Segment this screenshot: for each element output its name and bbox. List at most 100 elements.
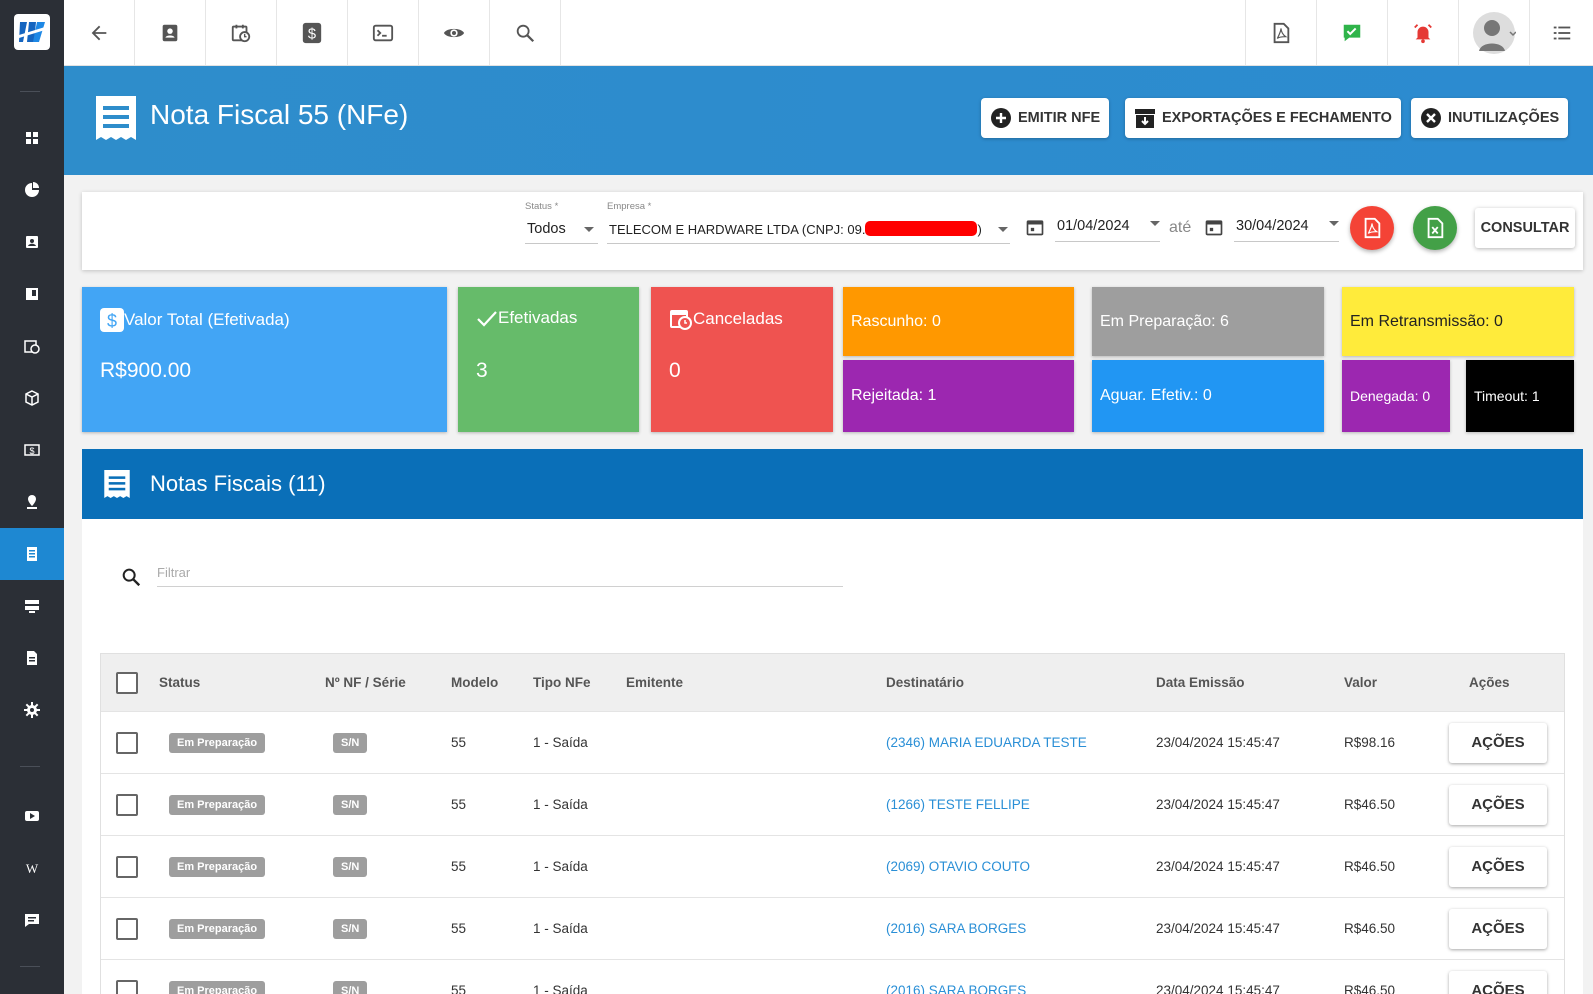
sidebar-item-dollar[interactable]: $ bbox=[0, 424, 64, 476]
user-menu[interactable] bbox=[1458, 0, 1529, 65]
sidebar-item-calendar-clock[interactable] bbox=[0, 320, 64, 372]
sidebar-item-dashboard[interactable] bbox=[0, 112, 64, 164]
chevron-down-icon bbox=[584, 227, 594, 232]
em-preparacao-card[interactable]: Em Preparação: 6 bbox=[1092, 287, 1324, 356]
row-checkbox[interactable] bbox=[116, 793, 138, 816]
calendar-icon bbox=[1205, 220, 1223, 236]
efetivadas-card[interactable]: Efetivadas 3 bbox=[458, 287, 639, 432]
tasks-button[interactable] bbox=[1316, 0, 1387, 65]
canceladas-card[interactable]: Canceladas 0 bbox=[651, 287, 833, 432]
back-button[interactable] bbox=[64, 0, 135, 65]
chevron-down-icon bbox=[998, 227, 1008, 232]
col-data-emissao[interactable]: Data Emissão bbox=[1156, 654, 1245, 711]
search-button[interactable] bbox=[490, 0, 561, 65]
acoes-button[interactable]: AÇÕES bbox=[1449, 846, 1547, 887]
filter-input[interactable] bbox=[157, 559, 843, 587]
finance-button[interactable]: $ bbox=[277, 0, 348, 65]
acoes-button[interactable]: AÇÕES bbox=[1449, 970, 1547, 994]
sidebar-item-video[interactable] bbox=[0, 790, 64, 842]
acoes-cell: AÇÕES bbox=[1449, 960, 1547, 994]
col-status[interactable]: Status bbox=[159, 654, 200, 711]
sidebar-item-book[interactable] bbox=[0, 268, 64, 320]
table-row[interactable]: Em Preparação S/N 55 1 - Saída (2016) SARA B… bbox=[101, 960, 1564, 994]
destinatario-link[interactable]: (2069) OTAVIO COUTO bbox=[886, 836, 1030, 897]
date-from-underline bbox=[1055, 241, 1160, 242]
row-checkbox[interactable] bbox=[116, 979, 138, 994]
wikipedia-icon: W bbox=[26, 861, 39, 876]
date-to-underline bbox=[1234, 241, 1339, 242]
row-select-cell bbox=[116, 712, 138, 773]
col-emitente[interactable]: Emitente bbox=[626, 654, 683, 711]
data-emissao-cell: 23/04/2024 15:45:47 bbox=[1156, 983, 1280, 994]
denegada-card[interactable]: Denegada: 0 bbox=[1342, 360, 1450, 432]
notas-panel-header: Notas Fiscais (11) bbox=[82, 449, 1583, 519]
col-tipo-nfe[interactable]: Tipo NFe bbox=[533, 654, 591, 711]
timeout-card[interactable]: Timeout: 1 bbox=[1466, 360, 1574, 432]
col-nf-serie[interactable]: Nº NF / Série bbox=[325, 654, 406, 711]
modelo-cell: 55 bbox=[451, 983, 467, 994]
export-pdf-button[interactable] bbox=[1350, 206, 1394, 250]
acoes-button[interactable]: AÇÕES bbox=[1449, 722, 1547, 763]
sidebar-item-receipt[interactable] bbox=[0, 528, 64, 580]
destinatario-link[interactable]: (2346) MARIA EDUARDA TESTE bbox=[886, 712, 1087, 773]
contacts-button[interactable] bbox=[135, 0, 206, 65]
col-acoes: Ações bbox=[1469, 675, 1510, 690]
acoes-button[interactable]: AÇÕES bbox=[1449, 784, 1547, 825]
view-button[interactable] bbox=[419, 0, 490, 65]
rascunho-card[interactable]: Rascunho: 0 bbox=[843, 287, 1074, 356]
notas-table: Status Nº NF / Série Modelo Tipo NFe Emi… bbox=[100, 653, 1565, 994]
terminal-button[interactable] bbox=[348, 0, 419, 65]
date-from-value: 01/04/2024 bbox=[1057, 218, 1130, 234]
sidebar-item-chat[interactable] bbox=[0, 894, 64, 946]
export-excel-button[interactable] bbox=[1413, 206, 1457, 250]
row-checkbox[interactable] bbox=[116, 731, 138, 754]
exportacoes-button[interactable]: EXPORTAÇÕES E FECHAMENTO bbox=[1125, 98, 1401, 138]
receipt-icon bbox=[96, 96, 136, 140]
destinatario-link[interactable]: (2016) SARA BORGES bbox=[886, 960, 1026, 994]
nf-cell: S/N bbox=[333, 836, 368, 897]
select-all-checkbox[interactable] bbox=[116, 671, 138, 694]
consultar-button[interactable]: CONSULTAR bbox=[1475, 208, 1575, 248]
table-row[interactable]: Em Preparação S/N 55 1 - Saída (1266) TESTE … bbox=[101, 774, 1564, 836]
sidebar-item-wikipedia[interactable]: W bbox=[0, 842, 64, 894]
app-logo[interactable] bbox=[0, 0, 64, 64]
rejeitada-card[interactable]: Rejeitada: 1 bbox=[843, 360, 1074, 432]
col-destinatario[interactable]: Destinatário bbox=[886, 654, 964, 711]
row-select-cell bbox=[116, 898, 138, 959]
table-row[interactable]: Em Preparação S/N 55 1 - Saída (2016) SARA B… bbox=[101, 898, 1564, 960]
nf-badge: S/N bbox=[333, 980, 368, 994]
sidebar-item-location[interactable] bbox=[0, 476, 64, 528]
pdf-button[interactable] bbox=[1245, 0, 1316, 65]
valor-cell: R$46.50 bbox=[1344, 983, 1396, 994]
em-retransmissao-card[interactable]: Em Retransmissão: 0 bbox=[1342, 287, 1574, 356]
emitir-nfe-button[interactable]: EMITIR NFE bbox=[981, 98, 1110, 138]
main-menu-button[interactable] bbox=[1529, 0, 1593, 65]
inutilizacoes-button[interactable]: INUTILIZAÇÕES bbox=[1411, 98, 1569, 138]
sidebar-item-contact-card[interactable] bbox=[0, 216, 64, 268]
sidebar-item-document[interactable] bbox=[0, 632, 64, 684]
schedule-button[interactable] bbox=[206, 0, 277, 65]
status-badge: Em Preparação bbox=[169, 794, 266, 815]
table-row[interactable]: Em Preparação S/N 55 1 - Saída (2346) MARIA … bbox=[101, 712, 1564, 774]
contact-icon bbox=[162, 24, 178, 41]
sidebar-item-server[interactable] bbox=[0, 580, 64, 632]
sidebar-item-gear[interactable] bbox=[0, 684, 64, 736]
acoes-button[interactable]: AÇÕES bbox=[1449, 908, 1547, 949]
col-modelo[interactable]: Modelo bbox=[451, 654, 498, 711]
search-icon bbox=[516, 24, 535, 42]
tipo-cell: 1 - Saída bbox=[533, 797, 588, 812]
destinatario-link[interactable]: (2016) SARA BORGES bbox=[886, 898, 1026, 959]
alarms-button[interactable] bbox=[1387, 0, 1458, 65]
sidebar-item-box[interactable] bbox=[0, 372, 64, 424]
destinatario-link[interactable]: (1266) TESTE FELLIPE bbox=[886, 774, 1030, 835]
row-checkbox[interactable] bbox=[116, 855, 138, 878]
aguar-efetiv-card[interactable]: Aguar. Efetiv.: 0 bbox=[1092, 360, 1324, 432]
nf-cell: S/N bbox=[333, 960, 368, 994]
col-valor[interactable]: Valor bbox=[1344, 654, 1377, 711]
row-checkbox[interactable] bbox=[116, 917, 138, 940]
valor-cell: R$46.50 bbox=[1344, 859, 1396, 874]
page-title: Nota Fiscal 55 (NFe) bbox=[150, 99, 409, 130]
sidebar-item-pie-chart[interactable] bbox=[0, 164, 64, 216]
table-row[interactable]: Em Preparação S/N 55 1 - Saída (2069) OTAVIO… bbox=[101, 836, 1564, 898]
notas-title: Notas Fiscais (11) bbox=[150, 471, 326, 496]
